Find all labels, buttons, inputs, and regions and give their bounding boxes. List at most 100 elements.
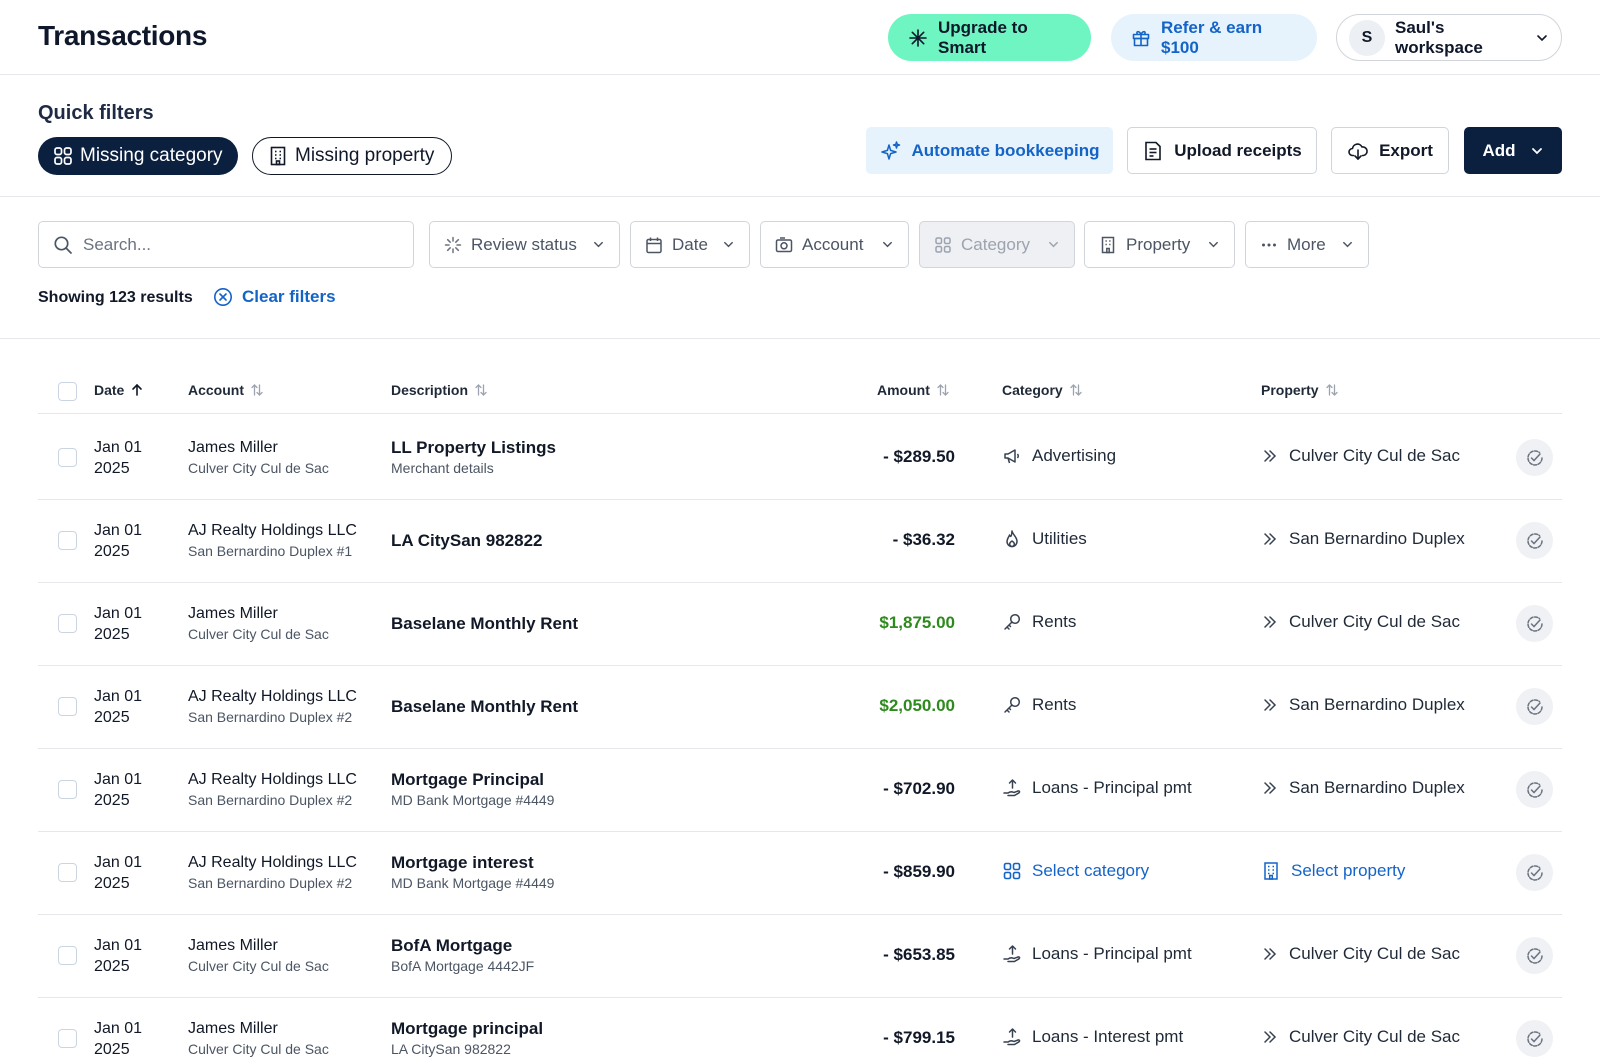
- row-category[interactable]: Loans - Principal pmt: [1002, 778, 1192, 798]
- row-checkbox[interactable]: [58, 697, 77, 716]
- check-circle-icon: [1525, 531, 1545, 551]
- review-button[interactable]: [1516, 771, 1553, 808]
- account-name: AJ Realty Holdings LLC: [188, 771, 357, 788]
- select-all-checkbox[interactable]: [58, 382, 77, 401]
- row-date: Jan 01 2025: [94, 852, 142, 894]
- review-button[interactable]: [1516, 439, 1553, 476]
- account-sub: San Bernardino Duplex #2: [188, 709, 353, 725]
- filter-category[interactable]: Category: [919, 221, 1075, 268]
- search-input[interactable]: [83, 234, 383, 255]
- row-date: Jan 01 2025: [94, 769, 142, 811]
- row-property[interactable]: Culver City Cul de Sac: [1261, 612, 1460, 632]
- review-button[interactable]: [1516, 937, 1553, 974]
- workspace-switcher[interactable]: S Saul's workspace: [1336, 14, 1562, 61]
- row-checkbox[interactable]: [58, 1029, 77, 1048]
- row-category[interactable]: Rents: [1002, 695, 1076, 715]
- column-label: Category: [1002, 382, 1063, 398]
- row-property[interactable]: Culver City Cul de Sac: [1261, 944, 1460, 964]
- filter-bar: Review status Date Account Category: [0, 197, 1600, 339]
- sort-icon: [250, 383, 264, 397]
- filter-property[interactable]: Property: [1084, 221, 1235, 268]
- automate-bookkeeping-button[interactable]: Automate bookkeeping: [866, 127, 1113, 174]
- row-amount: $1,875.00: [879, 613, 955, 632]
- review-button[interactable]: [1516, 688, 1553, 725]
- export-button[interactable]: Export: [1331, 127, 1449, 174]
- row-checkbox[interactable]: [58, 531, 77, 550]
- table-row[interactable]: Jan 01 2025 AJ Realty Holdings LLC San Bern…: [38, 498, 1562, 583]
- chevron-down-icon: [1047, 238, 1060, 251]
- row-property[interactable]: San Bernardino Duplex: [1261, 778, 1465, 798]
- loan-icon: [1002, 1027, 1022, 1047]
- review-button[interactable]: [1516, 854, 1553, 891]
- chevrons-right-icon: [1261, 530, 1279, 548]
- review-button[interactable]: [1516, 1020, 1553, 1057]
- property-label: San Bernardino Duplex: [1289, 695, 1465, 714]
- filter-review-status[interactable]: Review status: [429, 221, 620, 268]
- table-row[interactable]: Jan 01 2025 AJ Realty Holdings LLC San Bern…: [38, 830, 1562, 915]
- row-property[interactable]: San Bernardino Duplex: [1261, 529, 1465, 549]
- avatar: S: [1349, 19, 1385, 56]
- table-row[interactable]: Jan 01 2025 AJ Realty Holdings LLC San Bern…: [38, 747, 1562, 832]
- table-row[interactable]: Jan 01 2025 AJ Realty Holdings LLC San Bern…: [38, 664, 1562, 749]
- property-label: San Bernardino Duplex: [1289, 529, 1465, 548]
- account-name: James Miller: [188, 605, 278, 622]
- upload-receipts-button[interactable]: Upload receipts: [1127, 127, 1317, 174]
- account-name: AJ Realty Holdings LLC: [188, 854, 357, 871]
- filter-label: Review status: [471, 234, 577, 254]
- chip-label: Missing property: [295, 145, 435, 166]
- row-description: BofA Mortgage BofA Mortgage 4442JF: [391, 935, 534, 977]
- row-checkbox[interactable]: [58, 946, 77, 965]
- row-property[interactable]: Select property: [1261, 861, 1405, 881]
- row-checkbox[interactable]: [58, 448, 77, 467]
- chip-missing-property[interactable]: Missing property: [252, 137, 452, 175]
- row-category[interactable]: Select category: [1002, 861, 1149, 881]
- column-header-amount[interactable]: Amount: [877, 382, 950, 398]
- review-button[interactable]: [1516, 522, 1553, 559]
- chevron-down-icon: [592, 238, 605, 251]
- row-checkbox[interactable]: [58, 614, 77, 633]
- row-account: James Miller Culver City Cul de Sac: [188, 935, 329, 977]
- filter-date[interactable]: Date: [630, 221, 750, 268]
- check-circle-icon: [1525, 946, 1545, 966]
- account-sub: San Bernardino Duplex #2: [188, 875, 353, 891]
- description-title: Mortgage interest: [391, 853, 534, 872]
- export-label: Export: [1379, 140, 1433, 160]
- row-property[interactable]: San Bernardino Duplex: [1261, 695, 1465, 715]
- row-date: Jan 01 2025: [94, 935, 142, 977]
- row-property[interactable]: Culver City Cul de Sac: [1261, 446, 1460, 466]
- table-row[interactable]: Jan 01 2025 James Miller Culver City Cul de…: [38, 581, 1562, 666]
- row-category[interactable]: Loans - Interest pmt: [1002, 1027, 1183, 1047]
- refer-button[interactable]: Refer & earn $100: [1111, 14, 1317, 61]
- category-label: Rents: [1032, 612, 1077, 631]
- clear-filters-link[interactable]: Clear filters: [213, 287, 336, 307]
- column-header-category[interactable]: Category: [1002, 382, 1083, 398]
- row-checkbox[interactable]: [58, 863, 77, 882]
- column-header-date[interactable]: Date: [94, 382, 144, 398]
- row-category[interactable]: Advertising: [1002, 446, 1116, 466]
- column-header-description[interactable]: Description: [391, 382, 488, 398]
- row-category[interactable]: Loans - Principal pmt: [1002, 944, 1192, 964]
- upgrade-button[interactable]: Upgrade to Smart: [888, 14, 1091, 61]
- filter-more[interactable]: More: [1245, 221, 1369, 268]
- column-header-property[interactable]: Property: [1261, 382, 1339, 398]
- filter-label: Property: [1126, 234, 1191, 254]
- table-row[interactable]: Jan 01 2025 James Miller Culver City Cul de…: [38, 913, 1562, 998]
- date-year: 2025: [94, 460, 130, 477]
- row-category[interactable]: Rents: [1002, 612, 1076, 632]
- row-checkbox[interactable]: [58, 780, 77, 799]
- row-amount: - $799.15: [883, 1028, 955, 1047]
- account-name: James Miller: [188, 937, 278, 954]
- filter-account[interactable]: Account: [760, 221, 909, 268]
- account-name: AJ Realty Holdings LLC: [188, 688, 357, 705]
- chip-missing-category[interactable]: Missing category: [38, 137, 238, 175]
- check-circle-icon: [1525, 863, 1545, 883]
- row-category[interactable]: Utilities: [1002, 529, 1087, 549]
- column-header-account[interactable]: Account: [188, 382, 264, 398]
- add-button[interactable]: Add: [1464, 127, 1562, 174]
- table-row[interactable]: Jan 01 2025 James Miller Culver City Cul de…: [38, 415, 1562, 500]
- quick-filters-title: Quick filters: [38, 102, 154, 124]
- review-button[interactable]: [1516, 605, 1553, 642]
- category-label: Loans - Interest pmt: [1032, 1027, 1184, 1046]
- table-row[interactable]: Jan 01 2025 James Miller Culver City Cul de…: [38, 996, 1562, 1059]
- row-property[interactable]: Culver City Cul de Sac: [1261, 1027, 1460, 1047]
